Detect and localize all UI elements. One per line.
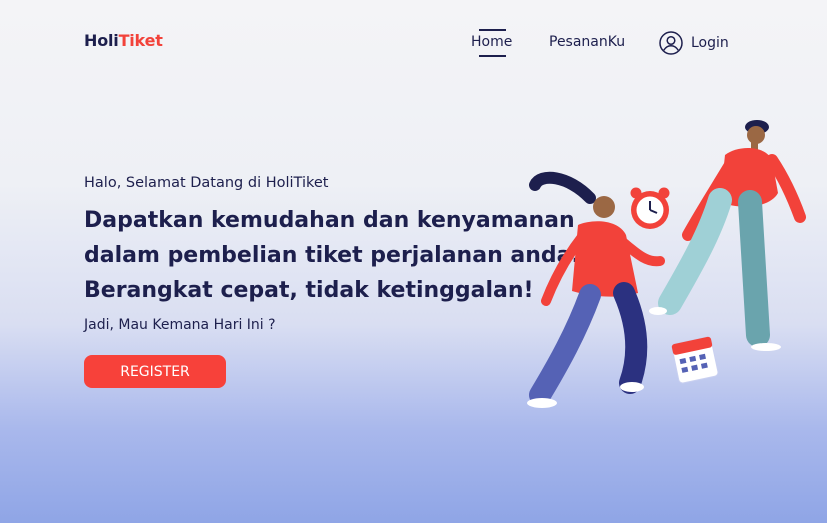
headline-line-2: dalam pembelian tiket perjalanan anda. [84,243,580,268]
nav-pesananku[interactable]: PesananKu [549,34,625,50]
login-label: Login [691,35,729,51]
logo-part1: Holi [84,31,119,50]
calendar-icon [671,336,719,384]
nav-login[interactable]: Login [659,31,729,55]
hero-illustration [527,120,806,408]
alarm-clock-icon [630,187,670,229]
brand-logo[interactable]: HoliTiket [84,31,163,50]
headline-line-3: Berangkat cepat, tidak ketinggalan! [84,278,534,303]
person-walking-illustration [649,120,806,351]
user-circle-icon [659,31,683,55]
logo-part2: Tiket [118,31,163,50]
headline-line-1: Dapatkan kemudahan dan kenyamanan [84,208,575,233]
hero-headline: Dapatkan kemudahan dan kenyamanan dalam … [84,203,584,308]
greeting-text: Halo, Selamat Datang di HoliTiket [84,175,329,191]
question-text: Jadi, Mau Kemana Hari Ini ? [84,317,276,333]
nav-home[interactable]: Home [471,29,512,57]
register-button[interactable]: REGISTER [84,355,226,388]
